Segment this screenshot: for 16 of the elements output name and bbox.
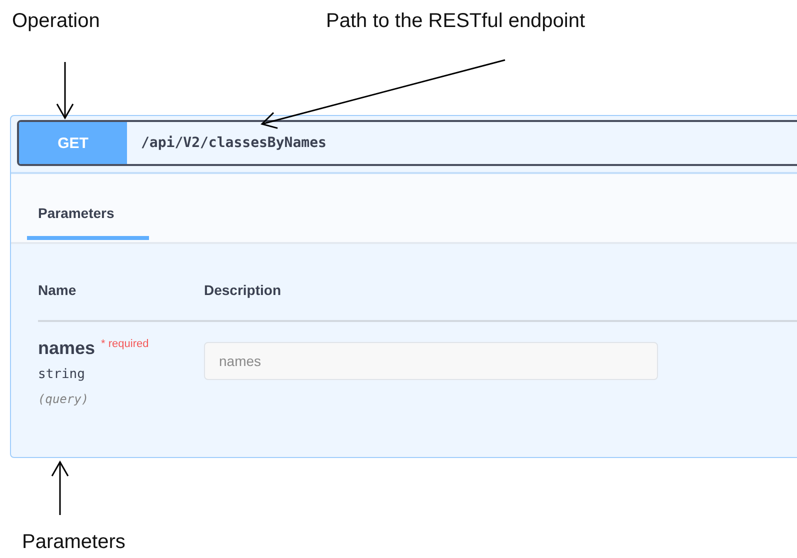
operation-summary[interactable]: GET /api/V2/classesByNames	[17, 120, 797, 166]
annotation-label: Operation	[12, 10, 100, 33]
parameters-tab[interactable]: Parameters	[27, 205, 149, 240]
arrow	[51, 460, 69, 515]
endpoint-path: /api/V2/classesByNames	[140, 134, 326, 153]
required-label: * required	[101, 338, 149, 350]
annotation-label: Path to the RESTful endpoint	[326, 10, 586, 33]
input-field[interactable]: names	[204, 342, 658, 380]
column-header: Name	[38, 282, 78, 298]
method-badge: GET	[19, 122, 127, 164]
column-header: Description	[204, 282, 282, 298]
annotation-label: Parameters	[22, 531, 126, 553]
parameter-type: string	[38, 367, 86, 382]
arrow	[56, 62, 74, 120]
parameter-location: (query)	[38, 392, 90, 406]
parameter-name: names	[38, 338, 96, 359]
